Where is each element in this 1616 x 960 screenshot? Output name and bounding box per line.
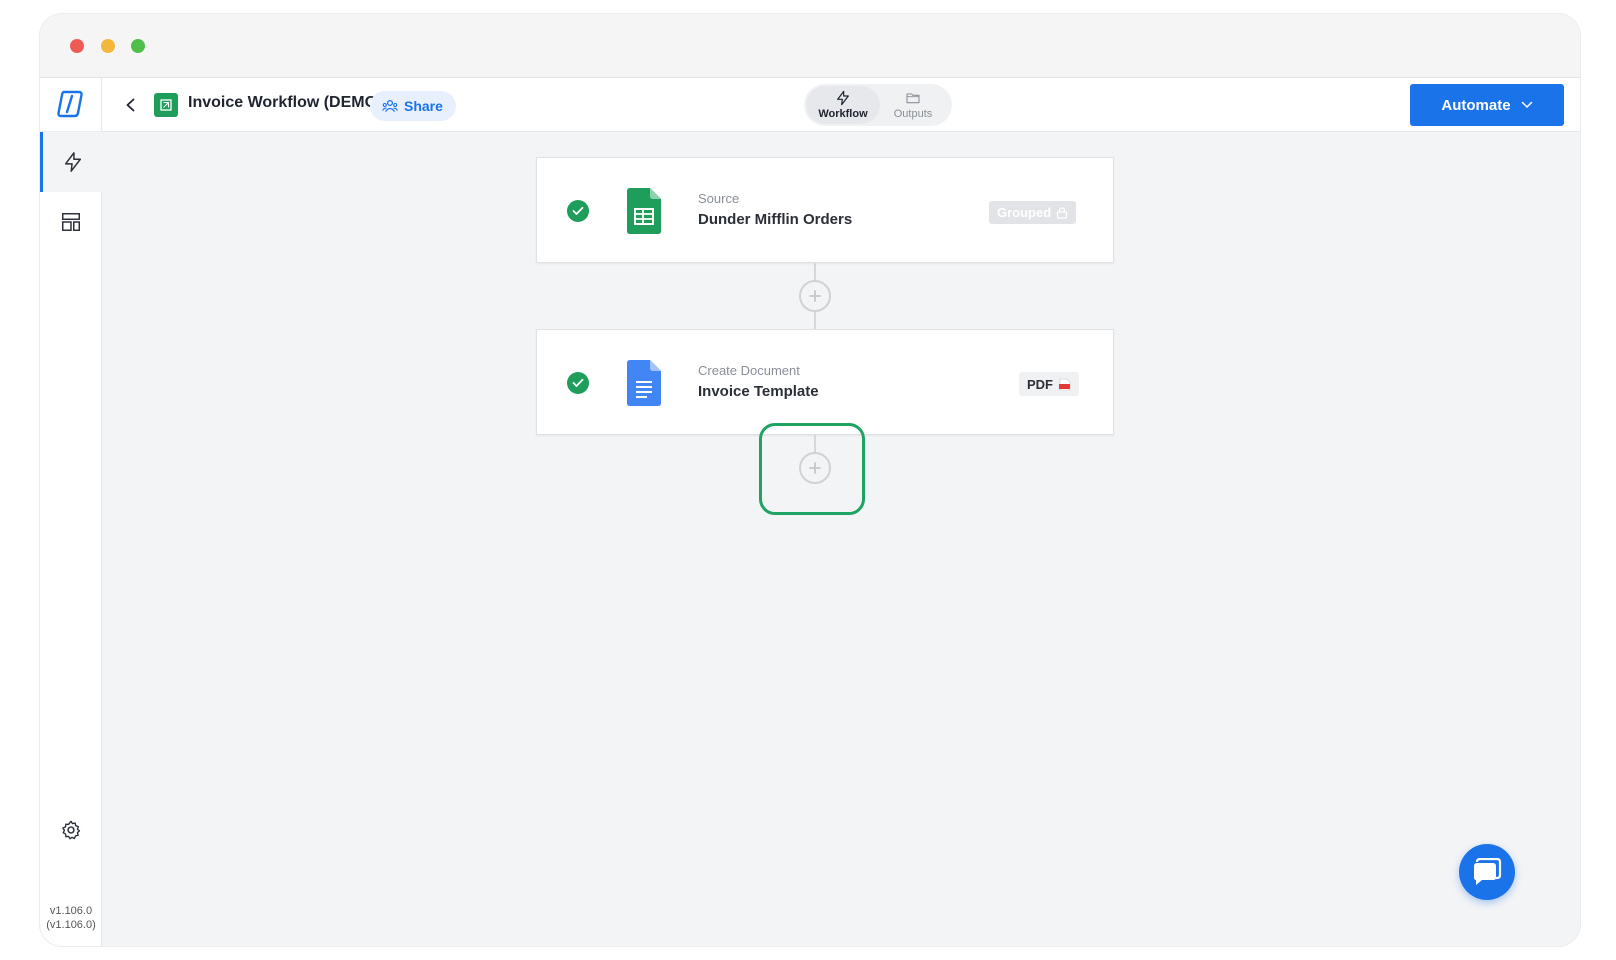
top-bar: Invoice Workflow (DEMO) Share Workflow O… <box>102 78 1580 132</box>
add-step-button[interactable] <box>799 280 831 312</box>
step-title: Invoice Template <box>698 383 819 400</box>
lightning-icon <box>837 90 849 106</box>
workflow-title[interactable]: Invoice Workflow (DEMO) <box>188 94 382 112</box>
automate-label: Automate <box>1441 96 1511 114</box>
checkmark-icon <box>572 206 584 215</box>
lock-icon <box>1057 206 1068 219</box>
chat-button[interactable] <box>1459 844 1515 900</box>
google-docs-icon <box>627 360 661 406</box>
folder-icon <box>906 93 920 104</box>
highlight-outline <box>759 423 865 515</box>
chevron-down-icon <box>1521 101 1532 108</box>
step-card-create-document[interactable]: Create Document Invoice Template PDF <box>536 329 1114 435</box>
version-info: v1.106.0 (v1.106.0) <box>40 904 102 932</box>
chevron-left-icon <box>126 98 135 112</box>
settings-button[interactable] <box>40 800 102 860</box>
users-icon <box>382 99 398 112</box>
grouped-label: Grouped <box>997 205 1052 220</box>
app-logo-icon[interactable] <box>55 88 87 120</box>
sidebar-item-templates[interactable] <box>40 192 102 252</box>
step-card-source[interactable]: Source Dunder Mifflin Orders Grouped <box>536 157 1114 263</box>
version-label: v1.106.0 <box>49 905 93 917</box>
checkmark-icon <box>572 378 584 387</box>
step-complete-badge <box>567 200 589 222</box>
lightning-icon <box>64 152 81 172</box>
tab-workflow-label: Workflow <box>818 108 868 120</box>
tab-workflow[interactable]: Workflow <box>806 86 880 124</box>
google-sheets-icon <box>627 188 661 234</box>
tab-outputs-label: Outputs <box>893 108 933 120</box>
automate-button[interactable]: Automate <box>1410 84 1564 126</box>
sidebar-item-workflow[interactable] <box>40 132 102 192</box>
output-format-badge: PDF <box>1019 372 1079 396</box>
output-format-label: PDF <box>1027 376 1053 392</box>
layout-icon <box>62 213 80 231</box>
spreadsheet-icon <box>160 99 172 111</box>
zoom-window-button[interactable] <box>131 39 145 53</box>
step-title: Dunder Mifflin Orders <box>698 211 853 228</box>
step-kicker: Create Document <box>698 363 800 378</box>
step-complete-badge <box>567 372 589 394</box>
back-button[interactable] <box>118 92 144 118</box>
build-label: (v1.106.0) <box>46 919 96 931</box>
share-button[interactable]: Share <box>370 91 456 121</box>
grouped-badge: Grouped <box>989 201 1077 224</box>
pdf-file-icon <box>1059 378 1071 390</box>
minimize-window-button[interactable] <box>101 39 115 53</box>
step-kicker: Source <box>698 191 740 206</box>
chat-bubble-icon <box>1474 858 1502 885</box>
share-label: Share <box>404 98 443 114</box>
close-window-button[interactable] <box>70 39 84 53</box>
view-switcher: Workflow Outputs <box>804 84 952 126</box>
tab-outputs[interactable]: Outputs <box>876 86 950 124</box>
workflow-file-icon <box>154 93 178 117</box>
gear-icon <box>62 820 81 840</box>
plus-icon <box>809 290 821 302</box>
sidebar: v1.106.0 (v1.106.0) <box>40 78 102 946</box>
app-window: v1.106.0 (v1.106.0) Invoice Workflow (DE… <box>40 14 1580 946</box>
title-bar <box>40 14 1580 78</box>
